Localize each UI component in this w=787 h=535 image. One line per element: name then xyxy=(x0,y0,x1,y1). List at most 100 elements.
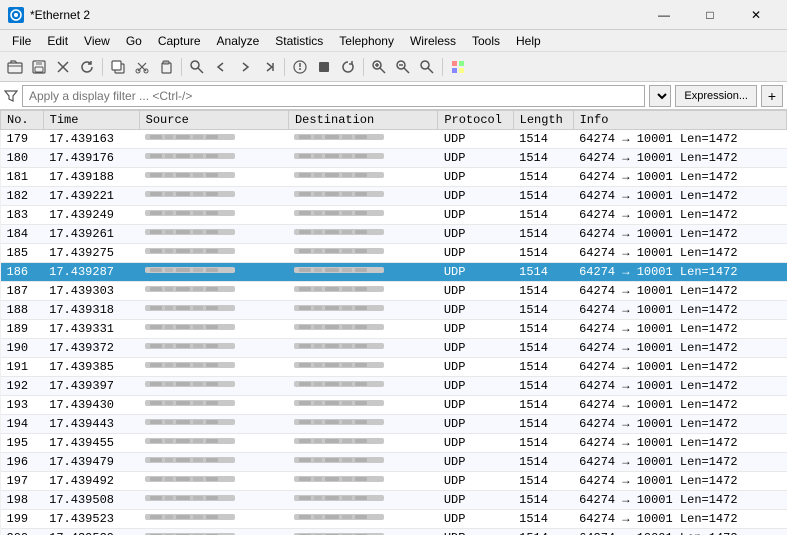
table-row[interactable]: 195 17.439455 UDP 1514 64274 → 10001 Len… xyxy=(1,434,787,453)
table-row[interactable]: 200 17.439539 UDP 1514 64274 → 10001 Len… xyxy=(1,529,787,535)
save-button[interactable] xyxy=(28,56,50,78)
open-file-button[interactable] xyxy=(4,56,26,78)
menu-file[interactable]: File xyxy=(4,30,39,52)
menu-analyze[interactable]: Analyze xyxy=(209,30,268,52)
table-row[interactable]: 183 17.439249 UDP 1514 64274 → 10001 Len… xyxy=(1,206,787,225)
table-row[interactable]: 199 17.439523 UDP 1514 64274 → 10001 Len… xyxy=(1,510,787,529)
table-row[interactable]: 194 17.439443 UDP 1514 64274 → 10001 Len… xyxy=(1,415,787,434)
find-button[interactable] xyxy=(186,56,208,78)
menu-wireless[interactable]: Wireless xyxy=(402,30,464,52)
blurred-ip xyxy=(294,264,384,276)
cell-source xyxy=(139,263,288,282)
cell-time: 17.439508 xyxy=(43,491,139,510)
stop-capture-button[interactable] xyxy=(313,56,335,78)
close-button[interactable]: ✕ xyxy=(733,0,779,30)
cell-info: 64274 → 10001 Len=1472 xyxy=(573,282,786,301)
cell-no: 181 xyxy=(1,168,44,187)
cell-length: 1514 xyxy=(513,187,573,206)
cell-dest xyxy=(288,396,437,415)
table-row[interactable]: 190 17.439372 UDP 1514 64274 → 10001 Len… xyxy=(1,339,787,358)
reload-button[interactable] xyxy=(76,56,98,78)
capture-options-button[interactable] xyxy=(289,56,311,78)
copy-button[interactable] xyxy=(107,56,129,78)
forward-button[interactable] xyxy=(234,56,256,78)
expression-button[interactable]: Expression... xyxy=(675,85,757,107)
cell-source xyxy=(139,529,288,535)
column-header-source[interactable]: Source xyxy=(139,111,288,130)
cell-protocol: UDP xyxy=(438,339,513,358)
goto-button[interactable] xyxy=(258,56,280,78)
cell-length: 1514 xyxy=(513,453,573,472)
restart-button[interactable] xyxy=(337,56,359,78)
filter-input[interactable] xyxy=(22,85,645,107)
blurred-ip xyxy=(145,169,235,181)
cell-dest xyxy=(288,453,437,472)
cell-dest xyxy=(288,415,437,434)
add-filter-button[interactable]: + xyxy=(761,85,783,107)
zoom-in-button[interactable] xyxy=(368,56,390,78)
table-row[interactable]: 192 17.439397 UDP 1514 64274 → 10001 Len… xyxy=(1,377,787,396)
menu-capture[interactable]: Capture xyxy=(150,30,209,52)
table-row[interactable]: 191 17.439385 UDP 1514 64274 → 10001 Len… xyxy=(1,358,787,377)
table-row[interactable]: 188 17.439318 UDP 1514 64274 → 10001 Len… xyxy=(1,301,787,320)
colorize-button[interactable] xyxy=(447,56,469,78)
maximize-button[interactable]: □ xyxy=(687,0,733,30)
cell-info: 64274 → 10001 Len=1472 xyxy=(573,339,786,358)
close-capture-button[interactable] xyxy=(52,56,74,78)
table-row[interactable]: 193 17.439430 UDP 1514 64274 → 10001 Len… xyxy=(1,396,787,415)
column-header-time[interactable]: Time xyxy=(43,111,139,130)
table-row[interactable]: 185 17.439275 UDP 1514 64274 → 10001 Len… xyxy=(1,244,787,263)
paste-button[interactable] xyxy=(155,56,177,78)
column-header-info[interactable]: Info xyxy=(573,111,786,130)
minimize-button[interactable]: — xyxy=(641,0,687,30)
cell-no: 182 xyxy=(1,187,44,206)
cell-length: 1514 xyxy=(513,168,573,187)
table-row[interactable]: 181 17.439188 UDP 1514 64274 → 10001 Len… xyxy=(1,168,787,187)
packet-table-wrapper[interactable]: No. Time Source Destination Protocol Len… xyxy=(0,110,787,535)
zoom-out-button[interactable] xyxy=(392,56,414,78)
cell-dest xyxy=(288,225,437,244)
cell-dest xyxy=(288,149,437,168)
cell-info: 64274 → 10001 Len=1472 xyxy=(573,377,786,396)
cut-button[interactable] xyxy=(131,56,153,78)
filter-dropdown[interactable]: ▼ xyxy=(649,85,671,107)
menu-help[interactable]: Help xyxy=(508,30,549,52)
table-row[interactable]: 198 17.439508 UDP 1514 64274 → 10001 Len… xyxy=(1,491,787,510)
table-row[interactable]: 182 17.439221 UDP 1514 64274 → 10001 Len… xyxy=(1,187,787,206)
cell-protocol: UDP xyxy=(438,529,513,535)
column-header-length[interactable]: Length xyxy=(513,111,573,130)
menu-statistics[interactable]: Statistics xyxy=(267,30,331,52)
menu-view[interactable]: View xyxy=(76,30,118,52)
column-header-no[interactable]: No. xyxy=(1,111,44,130)
table-row[interactable]: 189 17.439331 UDP 1514 64274 → 10001 Len… xyxy=(1,320,787,339)
cell-no: 197 xyxy=(1,472,44,491)
menu-go[interactable]: Go xyxy=(118,30,150,52)
table-row[interactable]: 197 17.439492 UDP 1514 64274 → 10001 Len… xyxy=(1,472,787,491)
blurred-ip xyxy=(145,340,235,352)
menu-edit[interactable]: Edit xyxy=(39,30,76,52)
menu-telephony[interactable]: Telephony xyxy=(331,30,402,52)
normal-size-button[interactable] xyxy=(416,56,438,78)
cell-no: 192 xyxy=(1,377,44,396)
table-row[interactable]: 196 17.439479 UDP 1514 64274 → 10001 Len… xyxy=(1,453,787,472)
cell-source xyxy=(139,358,288,377)
cell-info: 64274 → 10001 Len=1472 xyxy=(573,529,786,535)
cell-time: 17.439430 xyxy=(43,396,139,415)
toolbar-separator-1 xyxy=(102,58,103,76)
back-button[interactable] xyxy=(210,56,232,78)
menu-tools[interactable]: Tools xyxy=(464,30,508,52)
cell-source xyxy=(139,491,288,510)
blurred-ip xyxy=(294,245,384,257)
table-row[interactable]: 179 17.439163 UDP 1514 64274 → 10001 Len… xyxy=(1,130,787,149)
table-row[interactable]: 184 17.439261 UDP 1514 64274 → 10001 Len… xyxy=(1,225,787,244)
cell-source xyxy=(139,434,288,453)
table-row[interactable]: 180 17.439176 UDP 1514 64274 → 10001 Len… xyxy=(1,149,787,168)
column-header-destination[interactable]: Destination xyxy=(288,111,437,130)
column-header-protocol[interactable]: Protocol xyxy=(438,111,513,130)
table-row[interactable]: 187 17.439303 UDP 1514 64274 → 10001 Len… xyxy=(1,282,787,301)
blurred-ip xyxy=(294,492,384,504)
cell-length: 1514 xyxy=(513,510,573,529)
table-row[interactable]: 186 17.439287 UDP 1514 64274 → 10001 Len… xyxy=(1,263,787,282)
cell-length: 1514 xyxy=(513,472,573,491)
cell-info: 64274 → 10001 Len=1472 xyxy=(573,491,786,510)
